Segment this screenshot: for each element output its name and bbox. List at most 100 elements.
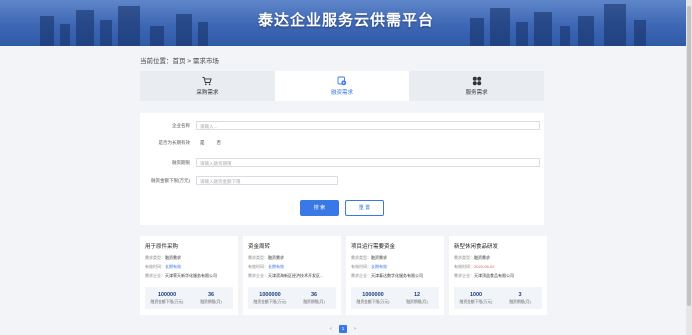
card-valid: 有效时间：2023-06-02 [454,264,494,270]
form-row-company: 企业名称 请输入... [140,121,540,130]
stat-amount: 1000 融资金额下限(万元) [454,287,498,309]
demand-tabs: 采购需求 融资需求 服务需求 [140,71,544,101]
company-value: 天津顶益食品有限公司 [474,273,514,278]
amount-caption: 融资金额下限(万元) [356,299,390,304]
tab-service[interactable]: 服务需求 [409,71,544,101]
amount-value: 1000 [469,291,483,298]
valid-label: 有效时间： [454,264,474,269]
card-title: 新型休闲食品研发 [454,244,499,250]
type-label: 需求类型： [351,255,371,260]
header-banner: 泰达企业服务云供需平台 [0,0,692,46]
amount-caption: 融资金额下限(万元) [459,299,493,304]
company-value: 天津泰达数字化服务有限公司 [371,273,423,278]
tab-label: 采购需求 [196,90,219,96]
radio-yes[interactable]: 是 [200,140,205,146]
form-row-longterm: 是否为长期有效 是 否 [140,140,222,146]
type-value: 融资需求 [474,255,490,260]
valid-label: 有效时间： [248,264,268,269]
company-label: 需求企业： [145,273,165,278]
valid-label: 有效时间： [351,264,371,269]
next-page-button[interactable]: > [351,325,359,333]
period-value: 12 [413,291,421,298]
cart-icon [202,77,213,86]
demand-card[interactable]: 新型休闲食品研发 需求类型：融资需求 有效时间：2023-06-02 需求企业：… [449,236,547,315]
period-value: 36 [207,291,215,298]
valid-value: 2023-06-02 [474,264,495,269]
type-value: 融资需求 [371,255,387,260]
finance-icon [337,76,347,86]
scrollbar-thumb[interactable] [687,6,691,306]
valid-value: 长期有效 [165,264,181,269]
site-title: 泰达企业服务云供需平台 [257,12,434,29]
period-caption: 融资期限(月) [303,299,325,304]
card-company: 需求企业：天津泰达数字化服务有限公司 [351,273,423,279]
stat-period: 3 融资期限(月) [498,287,542,309]
card-valid: 有效时间：长期有效 [145,264,181,270]
page-1-button[interactable]: 1 [339,325,347,333]
amount-label: 融资金额下限(万元) [151,177,190,183]
page-scrollbar[interactable] [686,0,692,335]
type-label: 需求类型： [248,255,268,260]
amount-caption: 融资金额下限(万元) [150,299,184,304]
period-caption: 融资期限(月) [406,299,428,304]
amount-input[interactable]: 请输入融资金额下限 [196,176,338,185]
demand-card[interactable]: 项目运行需要资金 需求类型：融资需求 有效时间：长期有效 需求企业：天津泰达数字… [346,236,444,315]
card-stats: 100000 融资金额下限(万元) 36 融资期限(月) [145,287,233,309]
form-row-amount: 融资金额下限(万元) 请输入融资金额下限 [140,176,338,185]
type-value: 融资需求 [268,255,284,260]
period-label: 融资期限 [172,159,190,165]
card-stats: 1000000 融资金额下限(万元) 12 融资期限(月) [351,287,439,309]
tab-procurement[interactable]: 采购需求 [140,71,275,101]
stat-period: 12 融资期限(月) [395,287,439,309]
card-title: 资金周转 [248,244,271,250]
valid-value: 长期有效 [371,264,387,269]
period-caption: 融资期限(月) [509,299,531,304]
period-input[interactable]: 请输入融资期限 [196,158,540,167]
card-company: 需求企业：天津顶益食品有限公司 [454,273,514,279]
reset-button[interactable]: 重 置 [345,200,384,216]
company-input[interactable]: 请输入... [196,121,540,130]
stat-period: 36 融资期限(月) [292,287,336,309]
company-label: 需求企业： [248,273,268,278]
company-label: 企业名称 [172,122,190,128]
amount-caption: 融资金额下限(万元) [253,299,287,304]
demand-card[interactable]: 用于原件采购 需求类型：融资需求 有效时间：长期有效 需求企业：天津荣天新华化服… [140,236,238,315]
search-button[interactable]: 搜 索 [300,200,339,216]
period-caption: 融资期限(月) [200,299,222,304]
breadcrumb: 当前位置：首页 > 需求市场 [140,58,219,65]
card-valid: 有效时间：长期有效 [351,264,387,270]
form-row-period: 融资期限 请输入融资期限 [140,158,540,167]
radio-no[interactable]: 否 [217,140,222,146]
type-label: 需求类型： [454,255,474,260]
valid-label: 有效时间： [145,264,165,269]
stat-amount: 100000 融资金额下限(万元) [145,287,189,309]
longterm-label: 是否为长期有效 [158,140,191,145]
period-value: 36 [310,291,318,298]
demand-card[interactable]: 资金周转 需求类型：融资需求 有效时间：长期有效 需求企业：天津滨海新区经济技术… [243,236,341,315]
card-stats: 1000 融资金额下限(万元) 3 融资期限(月) [454,287,542,309]
search-form: 企业名称 请输入... 是否为长期有效 是 否 融资期限 请输入融资期限 融资金… [140,113,544,225]
valid-value: 长期有效 [268,264,284,269]
prev-page-button[interactable]: < [327,325,335,333]
card-title: 用于原件采购 [145,244,179,250]
stat-amount: 1000000 融资金额下限(万元) [248,287,292,309]
amount-value: 1000000 [259,291,281,298]
amount-value: 1000000 [362,291,384,298]
card-type: 需求类型：融资需求 [248,255,284,261]
card-title: 项目运行需要资金 [351,244,396,250]
card-type: 需求类型：融资需求 [351,255,387,261]
stat-amount: 1000000 融资金额下限(万元) [351,287,395,309]
grid-icon [472,76,481,86]
amount-value: 100000 [157,291,177,298]
type-value: 融资需求 [165,255,181,260]
company-label: 需求企业： [454,273,474,278]
card-valid: 有效时间：长期有效 [248,264,284,270]
card-type: 需求类型：融资需求 [145,255,181,261]
card-company: 需求企业：天津滨海新区经济技术开发区... [248,273,323,279]
company-value: 天津滨海新区经济技术开发区... [268,273,324,278]
type-label: 需求类型： [145,255,165,260]
tab-financing[interactable]: 融资需求 [274,71,410,101]
company-label: 需求企业： [351,273,371,278]
tab-label: 服务需求 [465,90,488,96]
period-value: 3 [518,291,522,298]
